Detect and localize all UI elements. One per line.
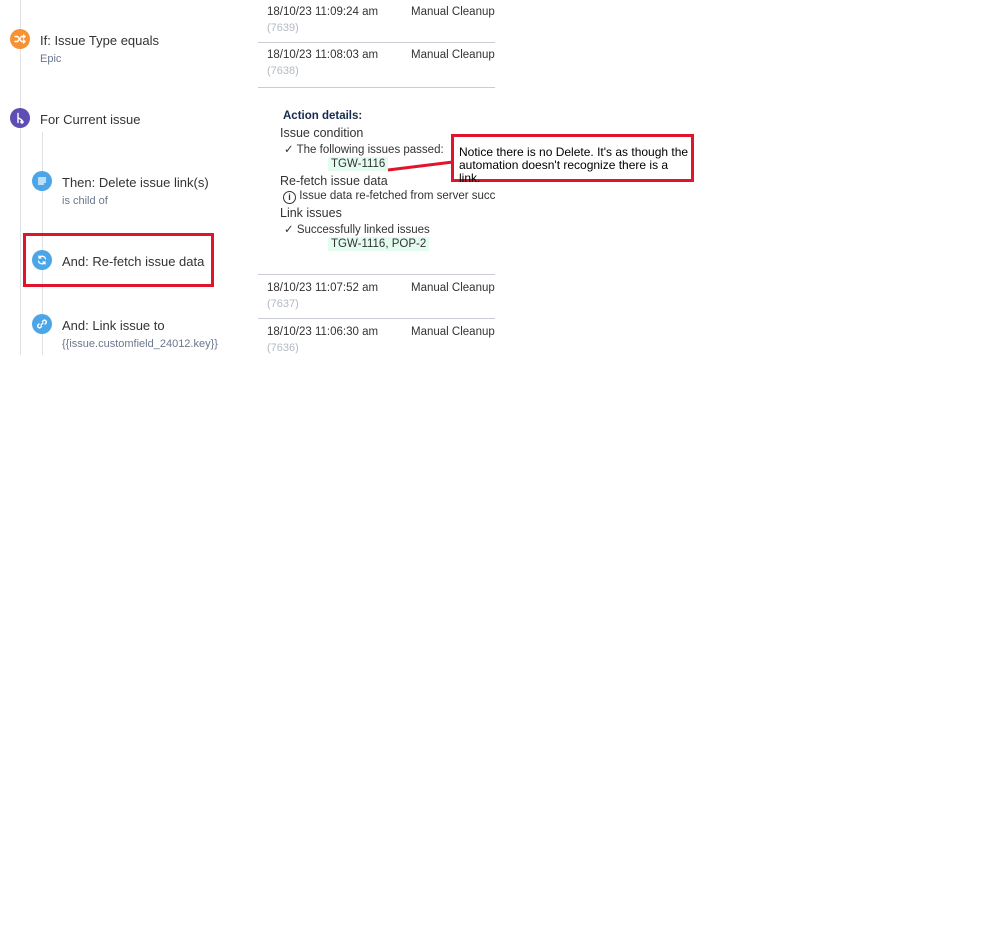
rule-step-title: If: Issue Type equals <box>40 33 159 48</box>
action-details-heading: Action details: <box>283 110 363 122</box>
log-status: Manual Cleanup <box>411 6 495 18</box>
rule-tree-line <box>20 0 21 355</box>
audit-log-row[interactable]: 18/10/23 11:07:52 am Manual Cleanup (763… <box>258 274 495 319</box>
audit-log-row[interactable]: 18/10/23 11:06:30 am Manual Cleanup (763… <box>258 319 495 363</box>
audit-log-row[interactable]: 18/10/23 11:08:03 am Manual Cleanup (763… <box>258 43 495 88</box>
issue-condition-label: Issue condition <box>280 126 364 140</box>
log-date: 18/10/23 11:07:52 am <box>267 282 379 294</box>
log-status: Manual Cleanup <box>411 49 495 61</box>
linked-text: Successfully linked issues <box>296 224 430 236</box>
rule-step-title: For Current issue <box>40 112 141 127</box>
log-date: 18/10/23 11:06:30 am <box>267 326 379 338</box>
rule-step-title: Then: Delete issue link(s) <box>62 175 209 190</box>
refetch-row: i Issue data re-fetched from server succ… <box>283 190 495 204</box>
highlight-box-refetch-step <box>23 233 214 287</box>
rule-step-subtitle: {{issue.customfield_24012.key}} <box>62 338 218 350</box>
shuffle-icon <box>10 29 30 49</box>
rule-step-title: And: Link issue to <box>62 318 165 333</box>
info-icon: i <box>283 191 296 204</box>
log-date: 18/10/23 11:08:03 am <box>267 49 379 61</box>
audit-log-row[interactable]: 18/10/23 11:09:24 am Manual Cleanup (763… <box>258 0 495 43</box>
branch-icon <box>10 108 30 128</box>
log-id: (7638) <box>267 65 299 77</box>
log-id: (7636) <box>267 342 299 354</box>
linked-row: ✓ Successfully linked issues <box>284 222 430 236</box>
log-status: Manual Cleanup <box>411 282 495 294</box>
link-issues-label: Link issues <box>280 206 342 220</box>
refetch-text: Issue data re-fetched from server succe <box>299 190 495 202</box>
passed-text: The following issues passed: <box>296 144 444 156</box>
rule-step-subtitle: Epic <box>40 53 62 65</box>
log-status: Manual Cleanup <box>411 326 495 338</box>
log-date: 18/10/23 11:09:24 am <box>267 6 379 18</box>
annotation-note: Notice there is no Delete. It's as thoug… <box>451 134 694 185</box>
list-icon <box>32 171 52 191</box>
refetch-label: Re-fetch issue data <box>280 174 388 188</box>
check-icon: ✓ <box>284 224 294 236</box>
check-icon: ✓ <box>284 144 294 156</box>
link-icon <box>32 314 52 334</box>
log-id: (7637) <box>267 298 299 310</box>
annotation-pointer-line <box>387 160 454 172</box>
passed-row: ✓ The following issues passed: <box>284 142 444 156</box>
linked-issues-tag[interactable]: TGW-1116, POP-2 <box>328 237 430 251</box>
annotation-line-2: automation doesn't recognize there is a … <box>459 158 669 185</box>
rule-step-subtitle: is child of <box>62 195 108 207</box>
log-id: (7639) <box>267 22 299 34</box>
